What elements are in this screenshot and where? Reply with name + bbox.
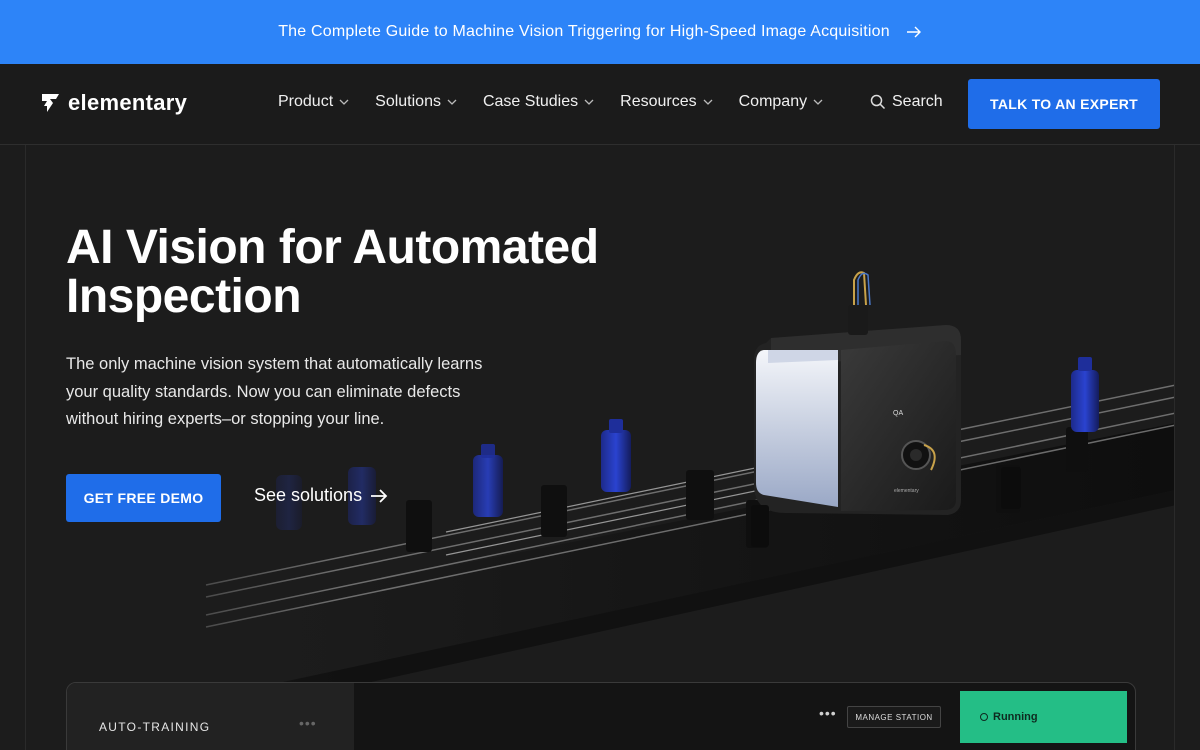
announcement-bar[interactable]: The Complete Guide to Machine Vision Tri… xyxy=(0,0,1200,64)
brand-logo[interactable]: elementary xyxy=(40,90,187,116)
nav-item-product[interactable]: Product xyxy=(278,93,349,111)
search-icon xyxy=(870,94,886,110)
nav-item-resources[interactable]: Resources xyxy=(620,93,713,111)
nav-item-label: Case Studies xyxy=(482,93,579,110)
chevron-down-icon xyxy=(703,99,713,105)
chevron-down-icon xyxy=(813,99,823,105)
nav-item-label: Company xyxy=(738,93,808,110)
hero-subtitle: The only machine vision system that auto… xyxy=(66,355,483,428)
arrow-right-icon xyxy=(906,22,922,43)
see-solutions-link[interactable]: See solutions xyxy=(254,485,388,506)
search-label: Search xyxy=(892,93,943,110)
hero-title: AI Vision for Automated Inspection xyxy=(66,221,599,323)
chevron-down-icon xyxy=(447,99,457,105)
chevron-down-icon xyxy=(584,99,594,105)
more-options-icon[interactable]: ••• xyxy=(299,715,317,731)
search-button[interactable]: Search xyxy=(870,93,943,111)
announcement-text[interactable]: The Complete Guide to Machine Vision Tri… xyxy=(278,23,890,41)
arrow-right-icon xyxy=(371,488,388,503)
nav-item-label: Resources xyxy=(620,93,697,110)
status-badge: Running xyxy=(960,691,1127,743)
more-options-icon[interactable]: ••• xyxy=(819,705,837,721)
hero-section: QA elementary AI Vision for Automated In… xyxy=(25,145,1175,750)
manage-station-button[interactable]: MANAGE STATION xyxy=(847,706,941,728)
chevron-down-icon xyxy=(339,99,349,105)
nav-menu: Product Solutions Case Studies Resources… xyxy=(278,93,823,111)
dashboard-preview: AUTO-TRAINING ••• ••• MANAGE STATION Run… xyxy=(66,682,1136,750)
svg-text:QA: QA xyxy=(893,410,903,417)
nav-item-label: Product xyxy=(278,93,334,110)
nav-item-case-studies[interactable]: Case Studies xyxy=(483,93,594,111)
nav-item-solutions[interactable]: Solutions xyxy=(375,93,457,111)
dashboard-sidebar: AUTO-TRAINING ••• xyxy=(67,683,354,750)
see-solutions-label: See solutions xyxy=(254,485,363,505)
svg-text:elementary: elementary xyxy=(894,488,919,494)
main-nav: elementary Product Solutions Case Studie… xyxy=(0,64,1200,145)
status-dot-icon xyxy=(980,713,988,721)
status-text: Running xyxy=(993,711,1038,723)
brand-name: elementary xyxy=(68,90,188,115)
auto-training-label: AUTO-TRAINING xyxy=(99,720,211,734)
elementary-logo-icon xyxy=(42,94,59,112)
qa-station-device: QA elementary xyxy=(754,271,961,515)
get-free-demo-button[interactable]: GET FREE DEMO xyxy=(66,474,221,522)
nav-item-label: Solutions xyxy=(375,93,441,110)
nav-item-company[interactable]: Company xyxy=(739,93,823,111)
talk-to-expert-button[interactable]: TALK TO AN EXPERT xyxy=(968,79,1160,129)
